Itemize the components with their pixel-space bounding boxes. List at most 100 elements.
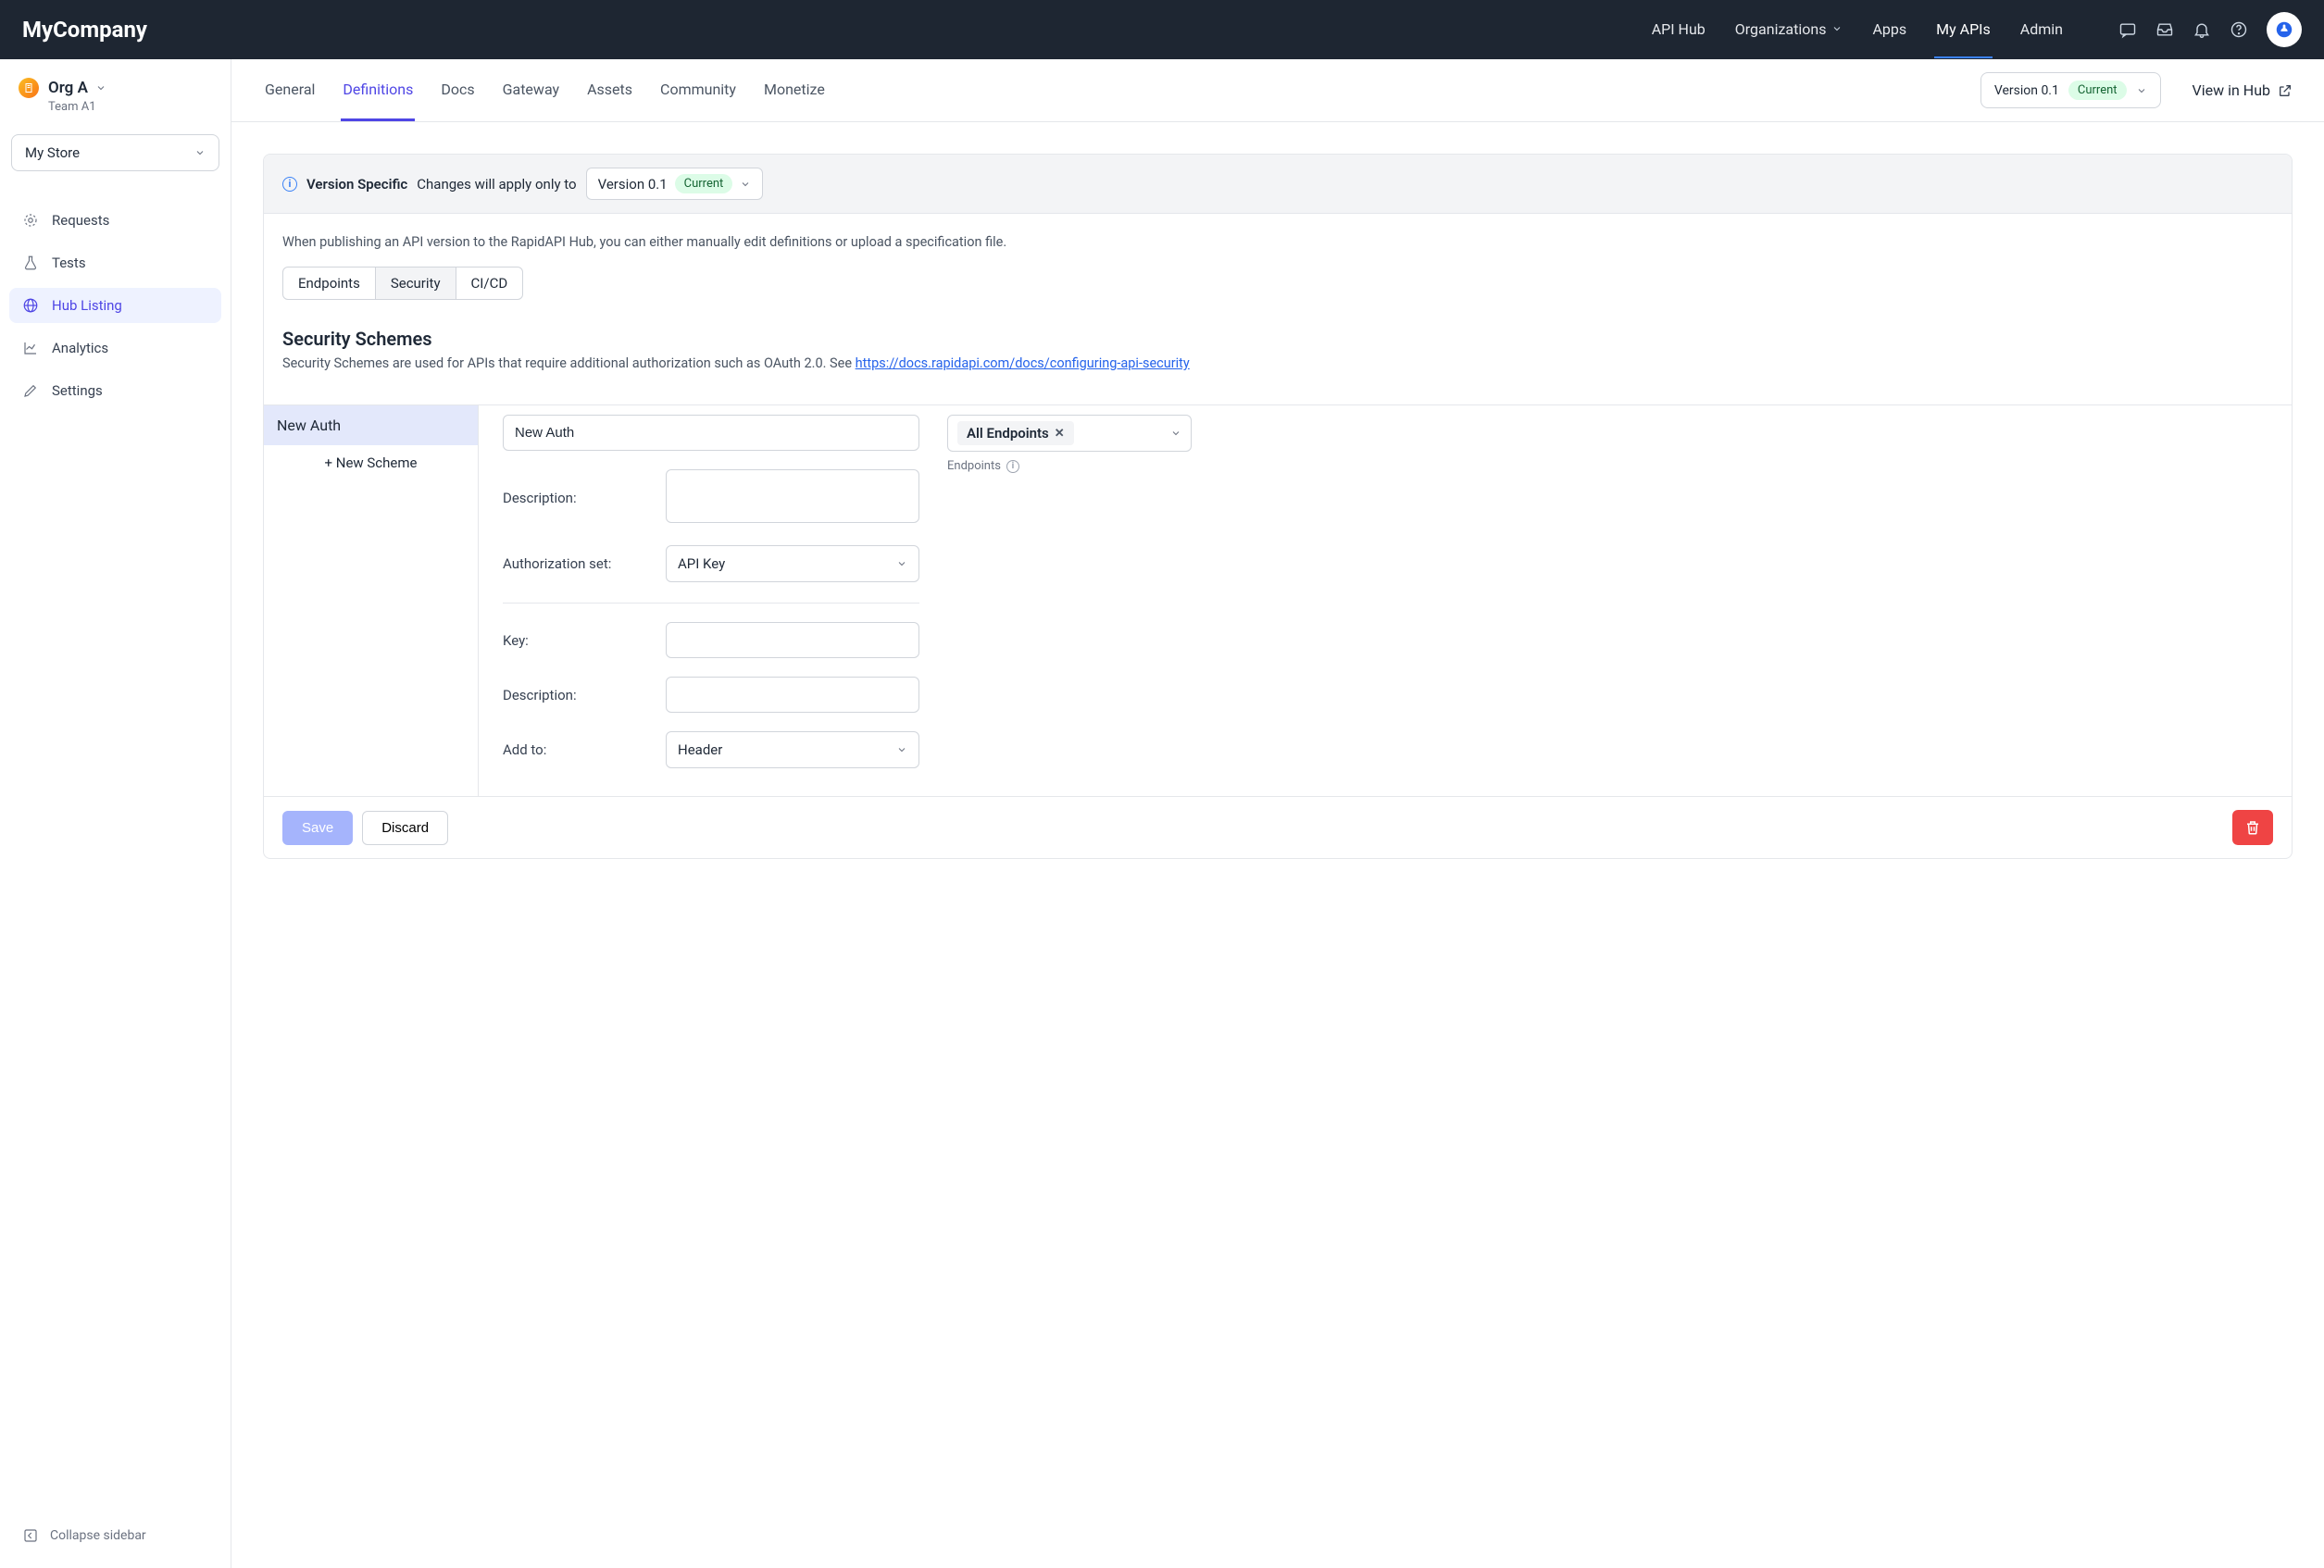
security-heading: Security Schemes bbox=[282, 328, 2273, 350]
auth-set-value: API Key bbox=[678, 555, 725, 572]
chevron-down-icon bbox=[2136, 85, 2147, 96]
nav-apps[interactable]: Apps bbox=[1870, 2, 1908, 58]
form-footer: Save Discard bbox=[264, 796, 2292, 858]
side-nav: Requests Tests Hub Listing Analytics Set… bbox=[9, 203, 221, 408]
definitions-panel: i Version Specific Changes will apply on… bbox=[263, 154, 2293, 859]
brand-logo: MyCompany bbox=[22, 17, 147, 43]
subtab-security[interactable]: Security bbox=[376, 268, 456, 299]
message-icon[interactable] bbox=[2118, 20, 2137, 39]
org-icon bbox=[19, 78, 39, 98]
version-specific-bar: i Version Specific Changes will apply on… bbox=[264, 155, 2292, 214]
remove-chip-icon[interactable]: ✕ bbox=[1055, 427, 1065, 441]
scheme-name-input[interactable] bbox=[503, 415, 919, 451]
nav-my-apis[interactable]: My APIs bbox=[1934, 2, 1993, 58]
discard-button[interactable]: Discard bbox=[362, 811, 448, 845]
scheme-list: New Auth + New Scheme bbox=[264, 405, 479, 796]
chart-icon bbox=[22, 340, 39, 356]
pencil-icon bbox=[22, 382, 39, 399]
sidebar-item-requests[interactable]: Requests bbox=[9, 203, 221, 238]
description2-input[interactable] bbox=[666, 677, 919, 713]
sidebar-item-settings[interactable]: Settings bbox=[9, 373, 221, 408]
bell-icon[interactable] bbox=[2193, 20, 2211, 39]
view-in-hub-link[interactable]: View in Hub bbox=[2193, 81, 2293, 99]
security-desc-text: Security Schemes are used for APIs that … bbox=[282, 355, 856, 371]
store-dropdown[interactable]: My Store bbox=[11, 134, 219, 171]
collapse-sidebar[interactable]: Collapse sidebar bbox=[9, 1516, 221, 1555]
version-dropdown[interactable]: Version 0.1 Current bbox=[1980, 72, 2161, 108]
key-input[interactable] bbox=[666, 622, 919, 658]
sidebar-item-hub-listing[interactable]: Hub Listing bbox=[9, 288, 221, 323]
nav-admin[interactable]: Admin bbox=[2018, 2, 2065, 58]
avatar[interactable] bbox=[2267, 12, 2302, 47]
content: General Definitions Docs Gateway Assets … bbox=[231, 59, 2324, 1568]
scheme-form: Description: Authorization set: API Key bbox=[479, 405, 2292, 796]
add-to-select[interactable]: Header bbox=[666, 731, 919, 768]
mini-version-label: Version 0.1 bbox=[598, 176, 668, 193]
tab-assets[interactable]: Assets bbox=[585, 60, 634, 121]
tab-docs[interactable]: Docs bbox=[439, 60, 476, 121]
tabs-bar: General Definitions Docs Gateway Assets … bbox=[231, 59, 2324, 122]
endpoints-select[interactable]: All Endpoints ✕ bbox=[947, 415, 1192, 452]
top-icons bbox=[2118, 12, 2302, 47]
tab-gateway[interactable]: Gateway bbox=[501, 60, 562, 121]
org-name: Org A bbox=[48, 79, 106, 97]
flask-icon bbox=[22, 255, 39, 271]
sidebar-item-label: Hub Listing bbox=[52, 297, 122, 314]
sidebar-item-label: Tests bbox=[52, 255, 86, 271]
tab-definitions[interactable]: Definitions bbox=[341, 60, 415, 121]
version-label: Version 0.1 bbox=[1994, 83, 2059, 98]
org-name-label: Org A bbox=[48, 79, 88, 97]
info-icon[interactable]: i bbox=[1006, 460, 1019, 473]
top-bar: MyCompany API Hub Organizations Apps My … bbox=[0, 0, 2324, 59]
help-icon[interactable] bbox=[2230, 20, 2248, 39]
org-team: Team A1 bbox=[48, 100, 221, 114]
scheme-editor: New Auth + New Scheme Description: Autho… bbox=[264, 404, 2292, 796]
auth-set-select[interactable]: API Key bbox=[666, 545, 919, 582]
description-input[interactable] bbox=[666, 469, 919, 523]
inbox-icon[interactable] bbox=[2155, 20, 2174, 39]
add-scheme-button[interactable]: + New Scheme bbox=[264, 445, 478, 480]
view-in-hub-label: View in Hub bbox=[2193, 81, 2270, 99]
panel-description: When publishing an API version to the Ra… bbox=[282, 234, 2273, 250]
key-label: Key: bbox=[503, 632, 651, 649]
save-button[interactable]: Save bbox=[282, 811, 353, 845]
collapse-icon bbox=[22, 1527, 39, 1544]
description2-label: Description: bbox=[503, 687, 651, 703]
chevron-down-icon bbox=[1831, 23, 1843, 34]
avatar-icon bbox=[2274, 19, 2294, 40]
auth-set-label: Authorization set: bbox=[503, 555, 651, 572]
tab-monetize[interactable]: Monetize bbox=[762, 60, 827, 121]
description-label: Description: bbox=[503, 490, 651, 506]
sidebar-item-label: Analytics bbox=[52, 340, 108, 356]
add-to-label: Add to: bbox=[503, 741, 651, 758]
version-badge: Current bbox=[2068, 81, 2127, 100]
chevron-down-icon bbox=[740, 179, 751, 190]
info-icon: i bbox=[282, 177, 297, 192]
chevron-down-icon bbox=[194, 147, 206, 158]
sidebar-item-label: Requests bbox=[52, 212, 109, 229]
chevron-down-icon bbox=[1170, 428, 1181, 439]
subtab-endpoints[interactable]: Endpoints bbox=[283, 268, 376, 299]
security-docs-link[interactable]: https://docs.rapidapi.com/docs/configuri… bbox=[856, 355, 1190, 371]
mini-version-badge: Current bbox=[675, 174, 733, 193]
divider bbox=[503, 603, 919, 604]
nav-api-hub[interactable]: API Hub bbox=[1650, 2, 1707, 58]
chevron-down-icon bbox=[95, 82, 106, 93]
sidebar-item-tests[interactable]: Tests bbox=[9, 245, 221, 280]
subtab-cicd[interactable]: CI/CD bbox=[456, 268, 523, 299]
org-selector[interactable]: Org A bbox=[9, 72, 221, 98]
mini-version-dropdown[interactable]: Version 0.1 Current bbox=[586, 168, 764, 200]
endpoints-label-text: Endpoints bbox=[947, 459, 1001, 473]
tab-community[interactable]: Community bbox=[658, 60, 738, 121]
top-nav: API Hub Organizations Apps My APIs Admin bbox=[1650, 2, 2302, 58]
sidebar-item-analytics[interactable]: Analytics bbox=[9, 330, 221, 366]
chip-label: All Endpoints bbox=[967, 425, 1049, 442]
version-specific-label: Version Specific bbox=[306, 176, 407, 193]
store-label: My Store bbox=[25, 144, 80, 161]
tab-general[interactable]: General bbox=[263, 60, 317, 121]
scheme-item-new-auth[interactable]: New Auth bbox=[264, 405, 478, 445]
nav-organizations[interactable]: Organizations bbox=[1733, 2, 1845, 58]
delete-button[interactable] bbox=[2232, 810, 2273, 845]
tabs: General Definitions Docs Gateway Assets … bbox=[263, 60, 1969, 121]
all-endpoints-chip: All Endpoints ✕ bbox=[957, 421, 1074, 445]
